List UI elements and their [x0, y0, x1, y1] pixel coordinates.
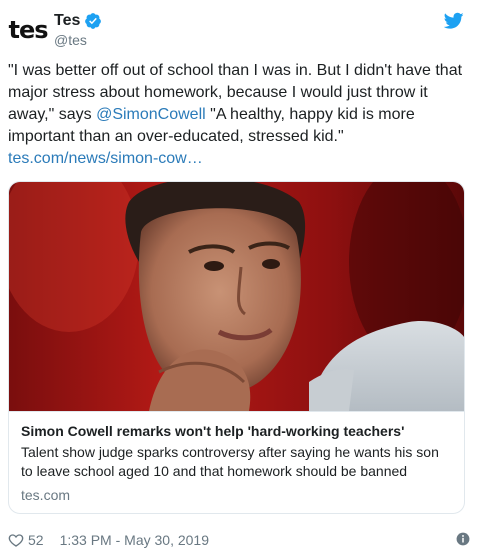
author-display-name[interactable]: Tes — [54, 12, 80, 30]
card-photo — [9, 182, 464, 411]
info-icon[interactable] — [456, 532, 470, 546]
timestamp[interactable]: 1:33 PM - May 30, 2019 — [60, 532, 209, 548]
embedded-tweet: tes Tes @tes "I was better off out of sc… — [0, 0, 480, 558]
tweet-footer: 52 1:33 PM - May 30, 2019 — [8, 530, 470, 550]
card-body[interactable]: Simon Cowell remarks won't help 'hard-wo… — [9, 411, 464, 513]
author-block[interactable]: Tes @tes — [54, 12, 102, 48]
author-handle[interactable]: @tes — [54, 32, 102, 48]
heart-icon[interactable] — [8, 532, 24, 548]
like-count[interactable]: 52 — [28, 532, 44, 548]
article-link[interactable]: tes.com/news/simon-cow… — [8, 150, 203, 167]
card-domain: tes.com — [21, 487, 71, 503]
card-title[interactable]: Simon Cowell remarks won't help 'hard-wo… — [21, 422, 454, 441]
tweet-text: "I was better off out of school than I w… — [8, 60, 470, 170]
link-card[interactable]: Simon Cowell remarks won't help 'hard-wo… — [8, 181, 465, 514]
avatar[interactable]: tes — [8, 10, 48, 50]
twitter-bird-icon[interactable] — [444, 12, 464, 30]
tweet-header: tes Tes @tes — [0, 0, 480, 58]
mention-link[interactable]: @SimonCowell — [96, 106, 206, 123]
verified-badge-icon — [85, 13, 102, 29]
card-image[interactable] — [9, 182, 464, 411]
author-name-row: Tes — [54, 12, 102, 30]
card-description: Talent show judge sparks controversy aft… — [21, 444, 439, 479]
